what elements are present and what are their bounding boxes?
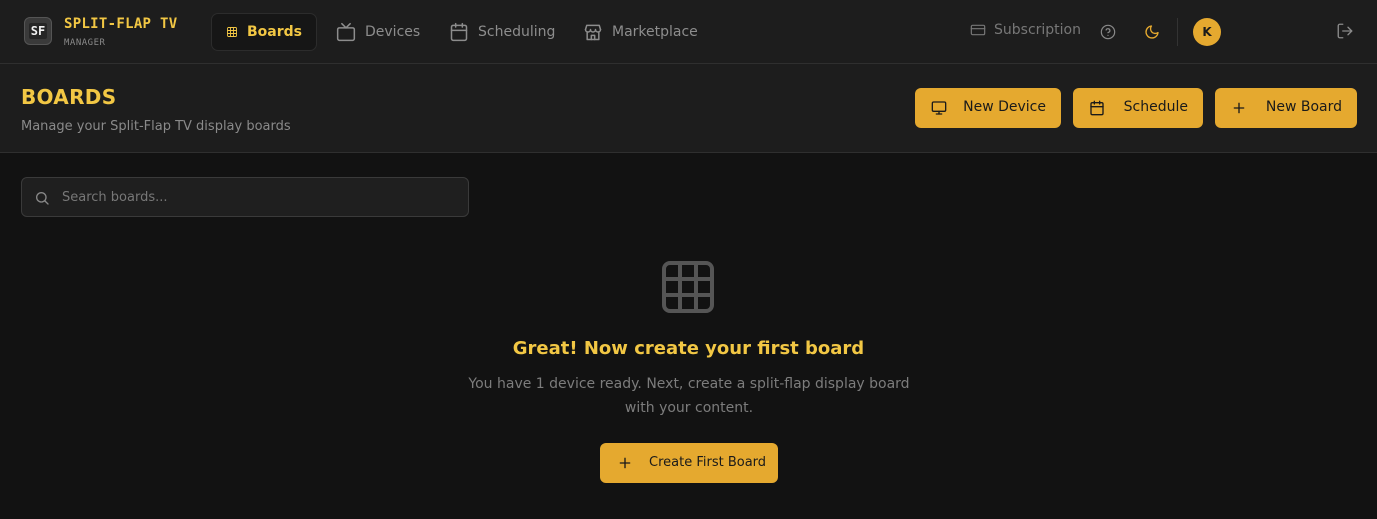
credit-card-icon	[970, 24, 986, 36]
help-button[interactable]	[1098, 22, 1118, 42]
page-header: BOARDS Manage your Split-Flap TV display…	[0, 64, 1377, 153]
grid-icon	[227, 27, 237, 37]
divider	[1177, 18, 1178, 46]
nav-item-label: Boards	[247, 24, 302, 40]
top-navigation-bar: SF SPLIT-FLAP TV MANAGER Boards Devices …	[0, 0, 1377, 64]
button-label: New Device	[963, 99, 1046, 115]
empty-state-text: You have 1 device ready. Next, create a …	[468, 376, 910, 416]
board-grid-icon	[662, 261, 714, 313]
search-box	[21, 177, 469, 217]
page-subtitle: Manage your Split-Flap TV display boards	[21, 119, 291, 134]
help-icon	[1100, 24, 1116, 40]
subscription-label: Subscription	[994, 22, 1081, 38]
nav-item-label: Marketplace	[612, 24, 698, 40]
button-label: Schedule	[1123, 99, 1188, 115]
empty-state-title: Great! Now create your first board	[512, 338, 865, 359]
avatar[interactable]: K	[1193, 18, 1221, 46]
search-icon	[36, 192, 49, 205]
theme-toggle-button[interactable]	[1142, 22, 1162, 42]
nav-item-marketplace[interactable]: Marketplace	[569, 13, 712, 51]
logout-icon[interactable]	[1336, 22, 1354, 40]
search-input[interactable]	[62, 178, 462, 216]
nav-item-label: Scheduling	[478, 24, 556, 40]
nav-item-label: Devices	[365, 24, 421, 40]
logo[interactable]: SF	[24, 17, 52, 45]
brand-title: SPLIT-FLAP TV	[64, 16, 178, 32]
button-label: Create First Board	[649, 455, 767, 470]
plus-icon	[1233, 102, 1245, 114]
subscription-link[interactable]: Subscription	[970, 22, 1081, 38]
moon-icon	[1145, 25, 1159, 39]
new-board-button[interactable]: New Board	[1215, 88, 1357, 128]
calendar-icon	[450, 22, 468, 42]
tv-icon	[336, 22, 356, 42]
nav-item-devices[interactable]: Devices	[322, 13, 434, 51]
logo-text: SF	[28, 23, 48, 39]
new-device-button[interactable]: New Device	[915, 88, 1061, 128]
plus-icon	[619, 457, 631, 469]
nav-item-boards[interactable]: Boards	[211, 13, 317, 51]
nav-item-scheduling[interactable]: Scheduling	[435, 13, 569, 51]
brand-subtitle: MANAGER	[64, 38, 106, 48]
create-first-board-button[interactable]: Create First Board	[600, 443, 778, 483]
calendar-icon	[1090, 100, 1104, 116]
button-label: New Board	[1265, 99, 1342, 115]
monitor-icon	[931, 101, 947, 115]
store-icon	[584, 24, 602, 41]
schedule-button[interactable]: Schedule	[1073, 88, 1203, 128]
page-title: BOARDS	[21, 85, 117, 109]
